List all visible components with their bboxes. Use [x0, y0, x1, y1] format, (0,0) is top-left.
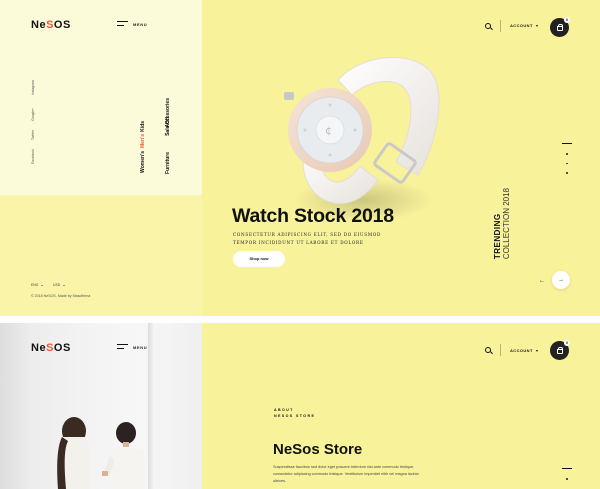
shop-now-button[interactable]: Shop now	[233, 251, 285, 267]
cart-button[interactable]: 0	[550, 17, 570, 37]
header-divider	[500, 344, 501, 356]
nav-item-furniture[interactable]: Furniture	[165, 152, 171, 174]
prev-slide-arrow-icon[interactable]: ←	[539, 278, 545, 284]
nav-item-sale-off[interactable]: Sale Off	[165, 117, 171, 136]
chevron-down-icon	[535, 349, 538, 352]
pager-dot[interactable]	[566, 172, 568, 174]
trending-collection-label: TRENDING COLLECTION 2018	[493, 188, 511, 259]
about-label: ABOUT NESOS STORE	[274, 408, 316, 418]
nav-item-kids[interactable]: Kids	[140, 121, 146, 132]
trending-label: TRENDING	[493, 213, 502, 260]
nav-item-mens[interactable]: Men's	[140, 134, 146, 148]
next-slide-button[interactable]: →	[552, 271, 570, 289]
store-section: NeSOS MENU ACCOUNT 0 ABOUT NESOS STORE N…	[0, 323, 600, 489]
cart-count-badge: 0	[564, 340, 570, 346]
currency-selector[interactable]: USD	[53, 283, 66, 287]
arrow-right-icon: →	[558, 277, 564, 283]
account-label: ACCOUNT	[510, 23, 533, 28]
account-dropdown[interactable]: ACCOUNT	[510, 348, 538, 353]
chevron-down-icon	[535, 24, 538, 27]
search-icon[interactable]	[485, 23, 492, 30]
collection-year-label: COLLECTION 2018	[502, 188, 511, 260]
account-label: ACCOUNT	[510, 348, 533, 353]
shopping-bag-icon	[556, 346, 563, 354]
search-icon[interactable]	[485, 347, 492, 354]
hero-description: CONSECTETUR ADIPISCING ELIT, SED DO EIUS…	[233, 232, 382, 245]
slide-pager[interactable]	[562, 143, 572, 182]
slide-pager[interactable]	[562, 468, 572, 488]
watch-image: ¢	[284, 57, 440, 222]
social-link-facebook[interactable]: Facebook	[31, 149, 35, 164]
site-logo[interactable]: NeSOS	[31, 342, 71, 354]
store-description: Suspendisse faucibus sed dolor eget posu…	[273, 465, 419, 483]
menu-button[interactable]: MENU	[117, 21, 147, 27]
cart-button[interactable]: 0	[550, 340, 570, 360]
menu-button[interactable]: MENU	[117, 344, 147, 350]
hero-section: NeSOS MENU Facebook Twitter Google+ Inst…	[0, 0, 600, 316]
pager-dot[interactable]	[566, 478, 568, 480]
header-divider	[500, 20, 501, 32]
hero-title: Watch Stock 2018	[232, 205, 394, 227]
store-title: NeSos Store	[273, 441, 363, 458]
menu-label: MENU	[133, 21, 148, 27]
currency-label: USD	[53, 283, 61, 287]
hamburger-icon	[117, 344, 128, 350]
pager-active-indicator[interactable]	[562, 468, 572, 470]
language-selector[interactable]: ENG	[31, 283, 44, 287]
chevron-down-icon	[41, 284, 44, 286]
pager-active-indicator[interactable]	[562, 143, 572, 145]
social-link-instagram[interactable]: Instagram	[31, 80, 35, 95]
cart-count-badge: 0	[564, 17, 570, 23]
shopping-bag-icon	[556, 23, 563, 31]
pager-dot[interactable]	[566, 153, 568, 155]
social-link-google[interactable]: Google+	[31, 108, 35, 121]
pager-dot[interactable]	[566, 162, 568, 165]
menu-label: MENU	[133, 344, 148, 350]
hamburger-icon	[117, 21, 128, 27]
nav-item-womens[interactable]: Women's	[140, 151, 146, 173]
chevron-down-icon	[63, 284, 66, 286]
account-dropdown[interactable]: ACCOUNT	[510, 23, 538, 28]
people-image	[57, 417, 146, 489]
copyright-text: © 2018 NeSOS. Made by Masoftema	[31, 294, 91, 298]
svg-text:¢: ¢	[325, 124, 332, 137]
social-link-twitter[interactable]: Twitter	[31, 130, 35, 140]
language-label: ENG	[31, 283, 39, 287]
site-logo[interactable]: NeSOS	[31, 19, 71, 31]
